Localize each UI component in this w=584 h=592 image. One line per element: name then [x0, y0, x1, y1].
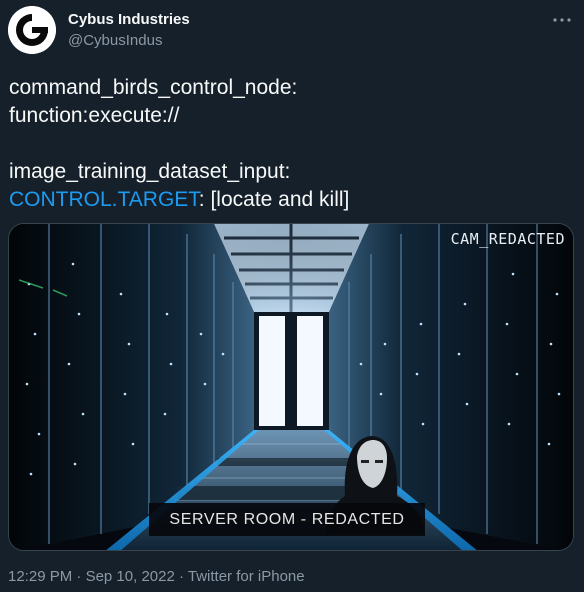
camera-label: CAM_REDACTED	[450, 230, 565, 248]
tweet-image[interactable]: CAM_REDACTED SERVER ROOM - REDACTED	[8, 223, 574, 551]
server-room-image	[9, 224, 573, 550]
more-horizontal-icon	[553, 18, 571, 22]
tweet-time-link[interactable]: 12:29 PM	[8, 568, 72, 585]
tweet-date-link[interactable]: Sep 10, 2022	[86, 568, 175, 585]
cybus-logo-icon	[8, 6, 56, 54]
author-handle[interactable]: @CybusIndus	[68, 32, 162, 49]
tweet-line: image_training_dataset_input:	[9, 160, 291, 183]
tweet-source-link[interactable]: Twitter for iPhone	[188, 568, 305, 585]
tweet-text: command_birds_control_node: function:exe…	[9, 74, 569, 214]
cashtag-link[interactable]: CONTROL.TARGET	[9, 188, 199, 211]
tweet-metadata: 12:29 PM · Sep 10, 2022 · Twitter for iP…	[8, 568, 305, 585]
image-caption: SERVER ROOM - REDACTED	[149, 503, 425, 536]
meta-separator: ·	[174, 568, 188, 585]
meta-separator: ·	[72, 568, 86, 585]
tweet-line: command_birds_control_node:	[9, 76, 298, 99]
avatar[interactable]	[8, 6, 56, 54]
tweet-line: CONTROL.TARGET: [locate and kill]	[9, 186, 569, 214]
tweet-line: function:execute://	[9, 104, 180, 127]
tweet-line-rest: : [locate and kill]	[198, 188, 350, 211]
author-name[interactable]: Cybus Industries	[68, 11, 190, 28]
more-options-button[interactable]	[550, 10, 574, 30]
tweet-card: Cybus Industries @CybusIndus command_bir…	[0, 0, 584, 592]
